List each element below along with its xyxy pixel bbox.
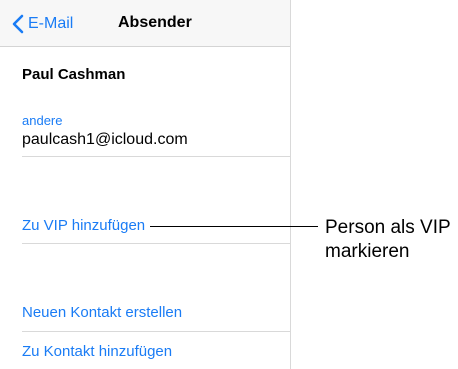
callout-label: Person als VIP markieren: [325, 216, 451, 264]
page-title: Absender: [118, 14, 192, 31]
add-to-contact-button[interactable]: Zu Kontakt hinzufügen: [22, 343, 172, 360]
back-button-label: E-Mail: [28, 15, 74, 32]
new-contact-button[interactable]: Neuen Kontakt erstellen: [22, 304, 182, 321]
back-button[interactable]: E-Mail: [12, 12, 73, 36]
add-vip-button[interactable]: Zu VIP hinzufügen: [22, 217, 145, 234]
contact-name: Paul Cashman: [22, 66, 126, 83]
email-address[interactable]: paulcash1@icloud.com: [22, 131, 188, 149]
separator: [22, 331, 290, 332]
callout-line-2: markieren: [325, 241, 410, 262]
separator: [22, 156, 290, 157]
phone-screen: E-Mail Absender Paul Cashman andere paul…: [0, 0, 291, 369]
email-label: andere: [22, 113, 63, 128]
separator: [22, 243, 290, 244]
callout-line-1: Person als VIP: [325, 217, 451, 238]
chevron-left-icon: [12, 14, 28, 34]
callout-line: [150, 226, 318, 227]
navigation-bar: E-Mail Absender: [0, 0, 290, 47]
stage: E-Mail Absender Paul Cashman andere paul…: [0, 0, 458, 369]
